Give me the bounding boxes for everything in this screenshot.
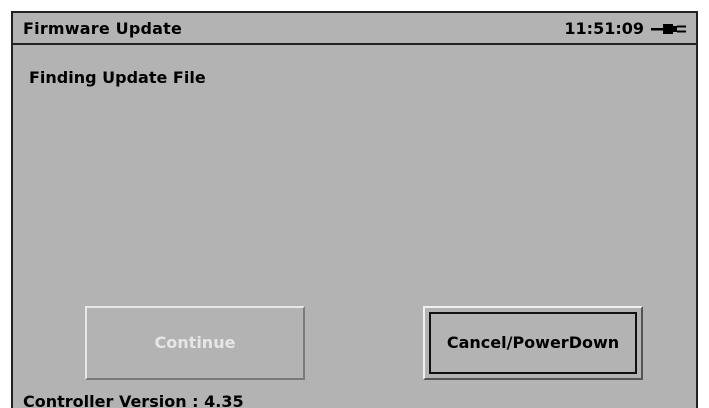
continue-button[interactable]: Continue [85,306,305,380]
window-title: Firmware Update [23,19,183,38]
device-screen: Firmware Update 11:51:09 Finding Update … [11,11,698,408]
cancel-powerdown-button[interactable]: Cancel/PowerDown [423,306,643,380]
title-bar: Firmware Update 11:51:09 [13,13,696,45]
clock-display: 11:51:09 [564,19,644,38]
plug-icon [651,24,686,34]
controller-version: Controller Version : 4.35 [23,392,244,408]
cancel-powerdown-label: Cancel/PowerDown [429,312,637,374]
status-message: Finding Update File [29,68,206,87]
